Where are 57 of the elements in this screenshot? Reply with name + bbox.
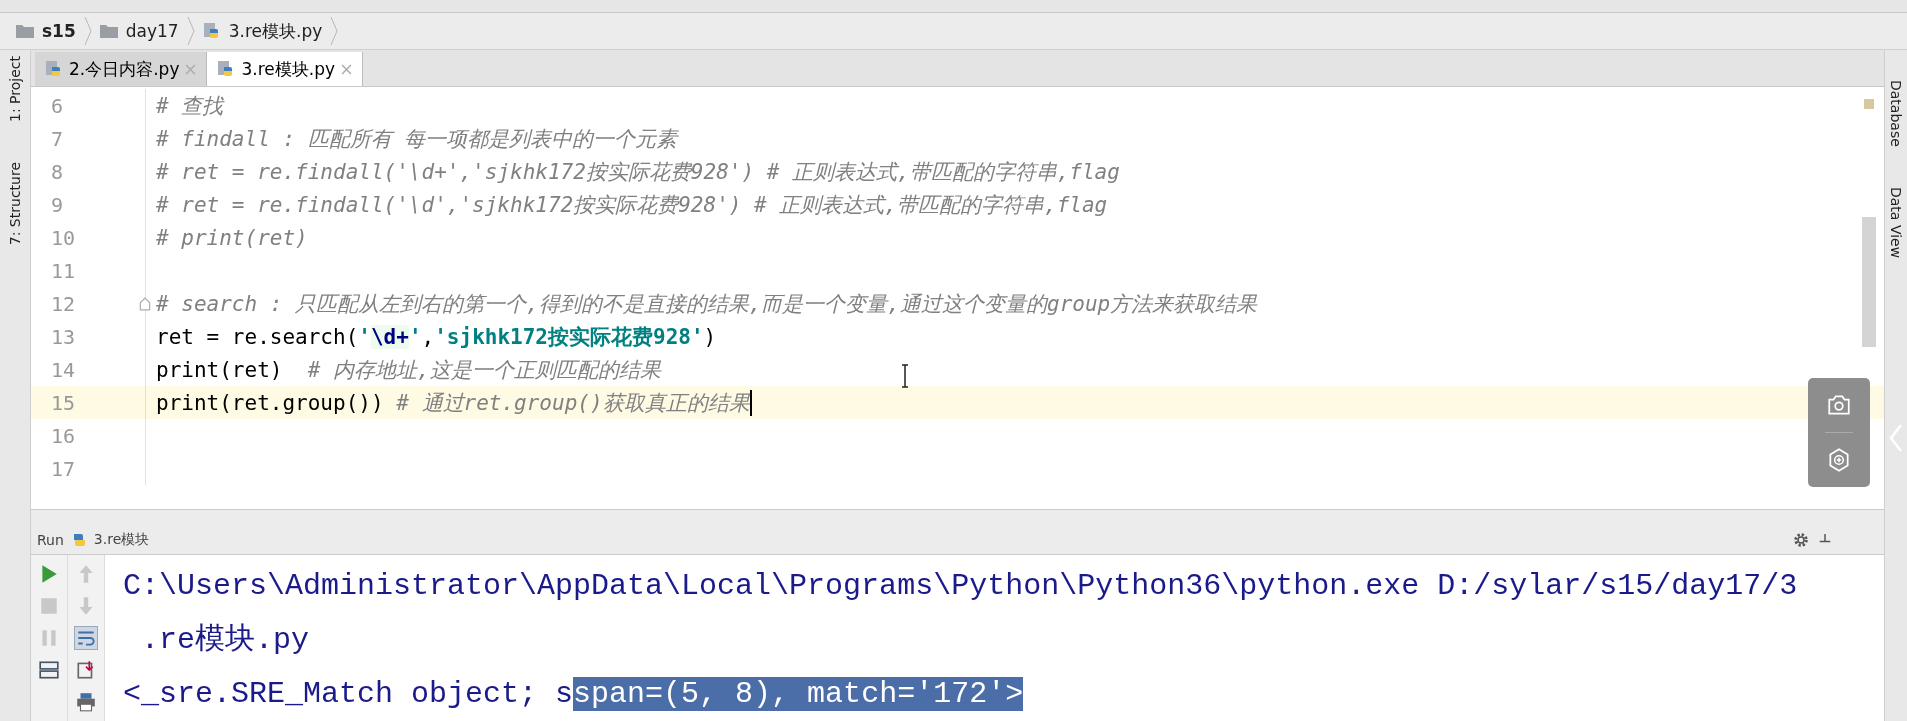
splitter-bar[interactable]	[31, 509, 1884, 526]
close-icon[interactable]	[185, 63, 197, 75]
line-number: 16	[50, 423, 77, 448]
code-line: # findall : 匹配所有 每一项都是列表中的一个元素	[155, 125, 678, 153]
tool-window-tab[interactable]: 1: Project	[7, 56, 23, 122]
layout-icon[interactable]	[38, 659, 60, 681]
text-cursor-icon	[900, 364, 910, 388]
hexagon-plus-icon[interactable]	[1826, 447, 1852, 473]
scrollbar[interactable]	[1862, 217, 1876, 347]
camera-icon[interactable]	[1826, 392, 1852, 418]
line-number: 14	[50, 357, 77, 382]
console-line: <_sre.SRE_Match object; sspan=(5, 8), match='172'>	[123, 676, 1025, 713]
code-line: # ret = re.findall('\d','sjkhk172按实际花费928') # 正则表达式,带匹配的字符串,flag	[155, 191, 1108, 219]
line-number: 12	[50, 291, 77, 316]
line-number: 15	[50, 390, 77, 415]
tool-window-tab[interactable]: Data View	[1888, 186, 1904, 258]
code-line: ret = re.search('\d+','sjkhk172按实际花费928')	[155, 323, 717, 351]
editor-tab[interactable]: 2.今日内容.py	[35, 52, 208, 86]
line-number: 9	[50, 192, 65, 217]
line-number: 7	[50, 126, 65, 151]
tool-window-tab[interactable]: 7: Structure	[7, 162, 23, 246]
tool-window-tab[interactable]: Database	[1888, 80, 1904, 147]
line-number: 6	[50, 93, 65, 118]
python-file-icon	[202, 22, 221, 40]
code-line: print(ret.group()) # 通过ret.group()获取真正的结果	[155, 389, 750, 417]
chevron-icon	[186, 16, 195, 46]
code-line: # print(ret)	[155, 225, 308, 250]
python-file-icon	[45, 60, 63, 78]
code-line: print(ret) # 内存地址,这是一个正则匹配的结果	[155, 356, 661, 384]
console-line: .re模块.py	[140, 622, 311, 659]
chevron-icon	[83, 16, 92, 46]
line-number: 17	[50, 456, 77, 481]
folder-icon	[99, 22, 118, 40]
breadcrumb[interactable]: s15	[42, 21, 76, 41]
print-icon[interactable]	[75, 691, 97, 713]
code-line: # ret = re.findall('\d+','sjkhk172按实际花费928') # 正则表达式,带匹配的字符串,flag	[155, 158, 1120, 186]
line-number: 11	[50, 258, 77, 283]
run-panel-title: Run	[37, 532, 64, 548]
code-line: # 查找	[155, 92, 224, 120]
breadcrumb[interactable]: 3.re模块.py	[228, 19, 323, 43]
editor-tab[interactable]: 3.re模块.py	[207, 52, 364, 86]
close-icon[interactable]	[341, 63, 353, 75]
breadcrumb[interactable]: day17	[125, 21, 179, 41]
console-line: C:\Users\Administrator\AppData\Local\Programs\Python\Python36\python.exe D:/sylar/s15/day17/3	[123, 568, 1798, 605]
stop-icon[interactable]	[38, 595, 60, 617]
chevron-icon	[330, 16, 339, 46]
run-config-name[interactable]: 3.re模块	[93, 531, 150, 549]
code-line: # search : 只匹配从左到右的第一个,得到的不是直接的结果,而是一个变量,通过这个变量的group方法来获取结果	[155, 290, 1258, 318]
folder-icon	[16, 22, 34, 40]
soft-wrap-icon[interactable]	[75, 627, 97, 649]
line-number: 10	[50, 225, 77, 250]
text-caret	[749, 389, 752, 416]
line-number: 13	[50, 324, 77, 349]
fold-marker-icon[interactable]	[139, 296, 151, 311]
settings-icon[interactable]	[1792, 531, 1810, 549]
line-number: 8	[50, 159, 65, 184]
warning-marker	[1864, 99, 1874, 109]
